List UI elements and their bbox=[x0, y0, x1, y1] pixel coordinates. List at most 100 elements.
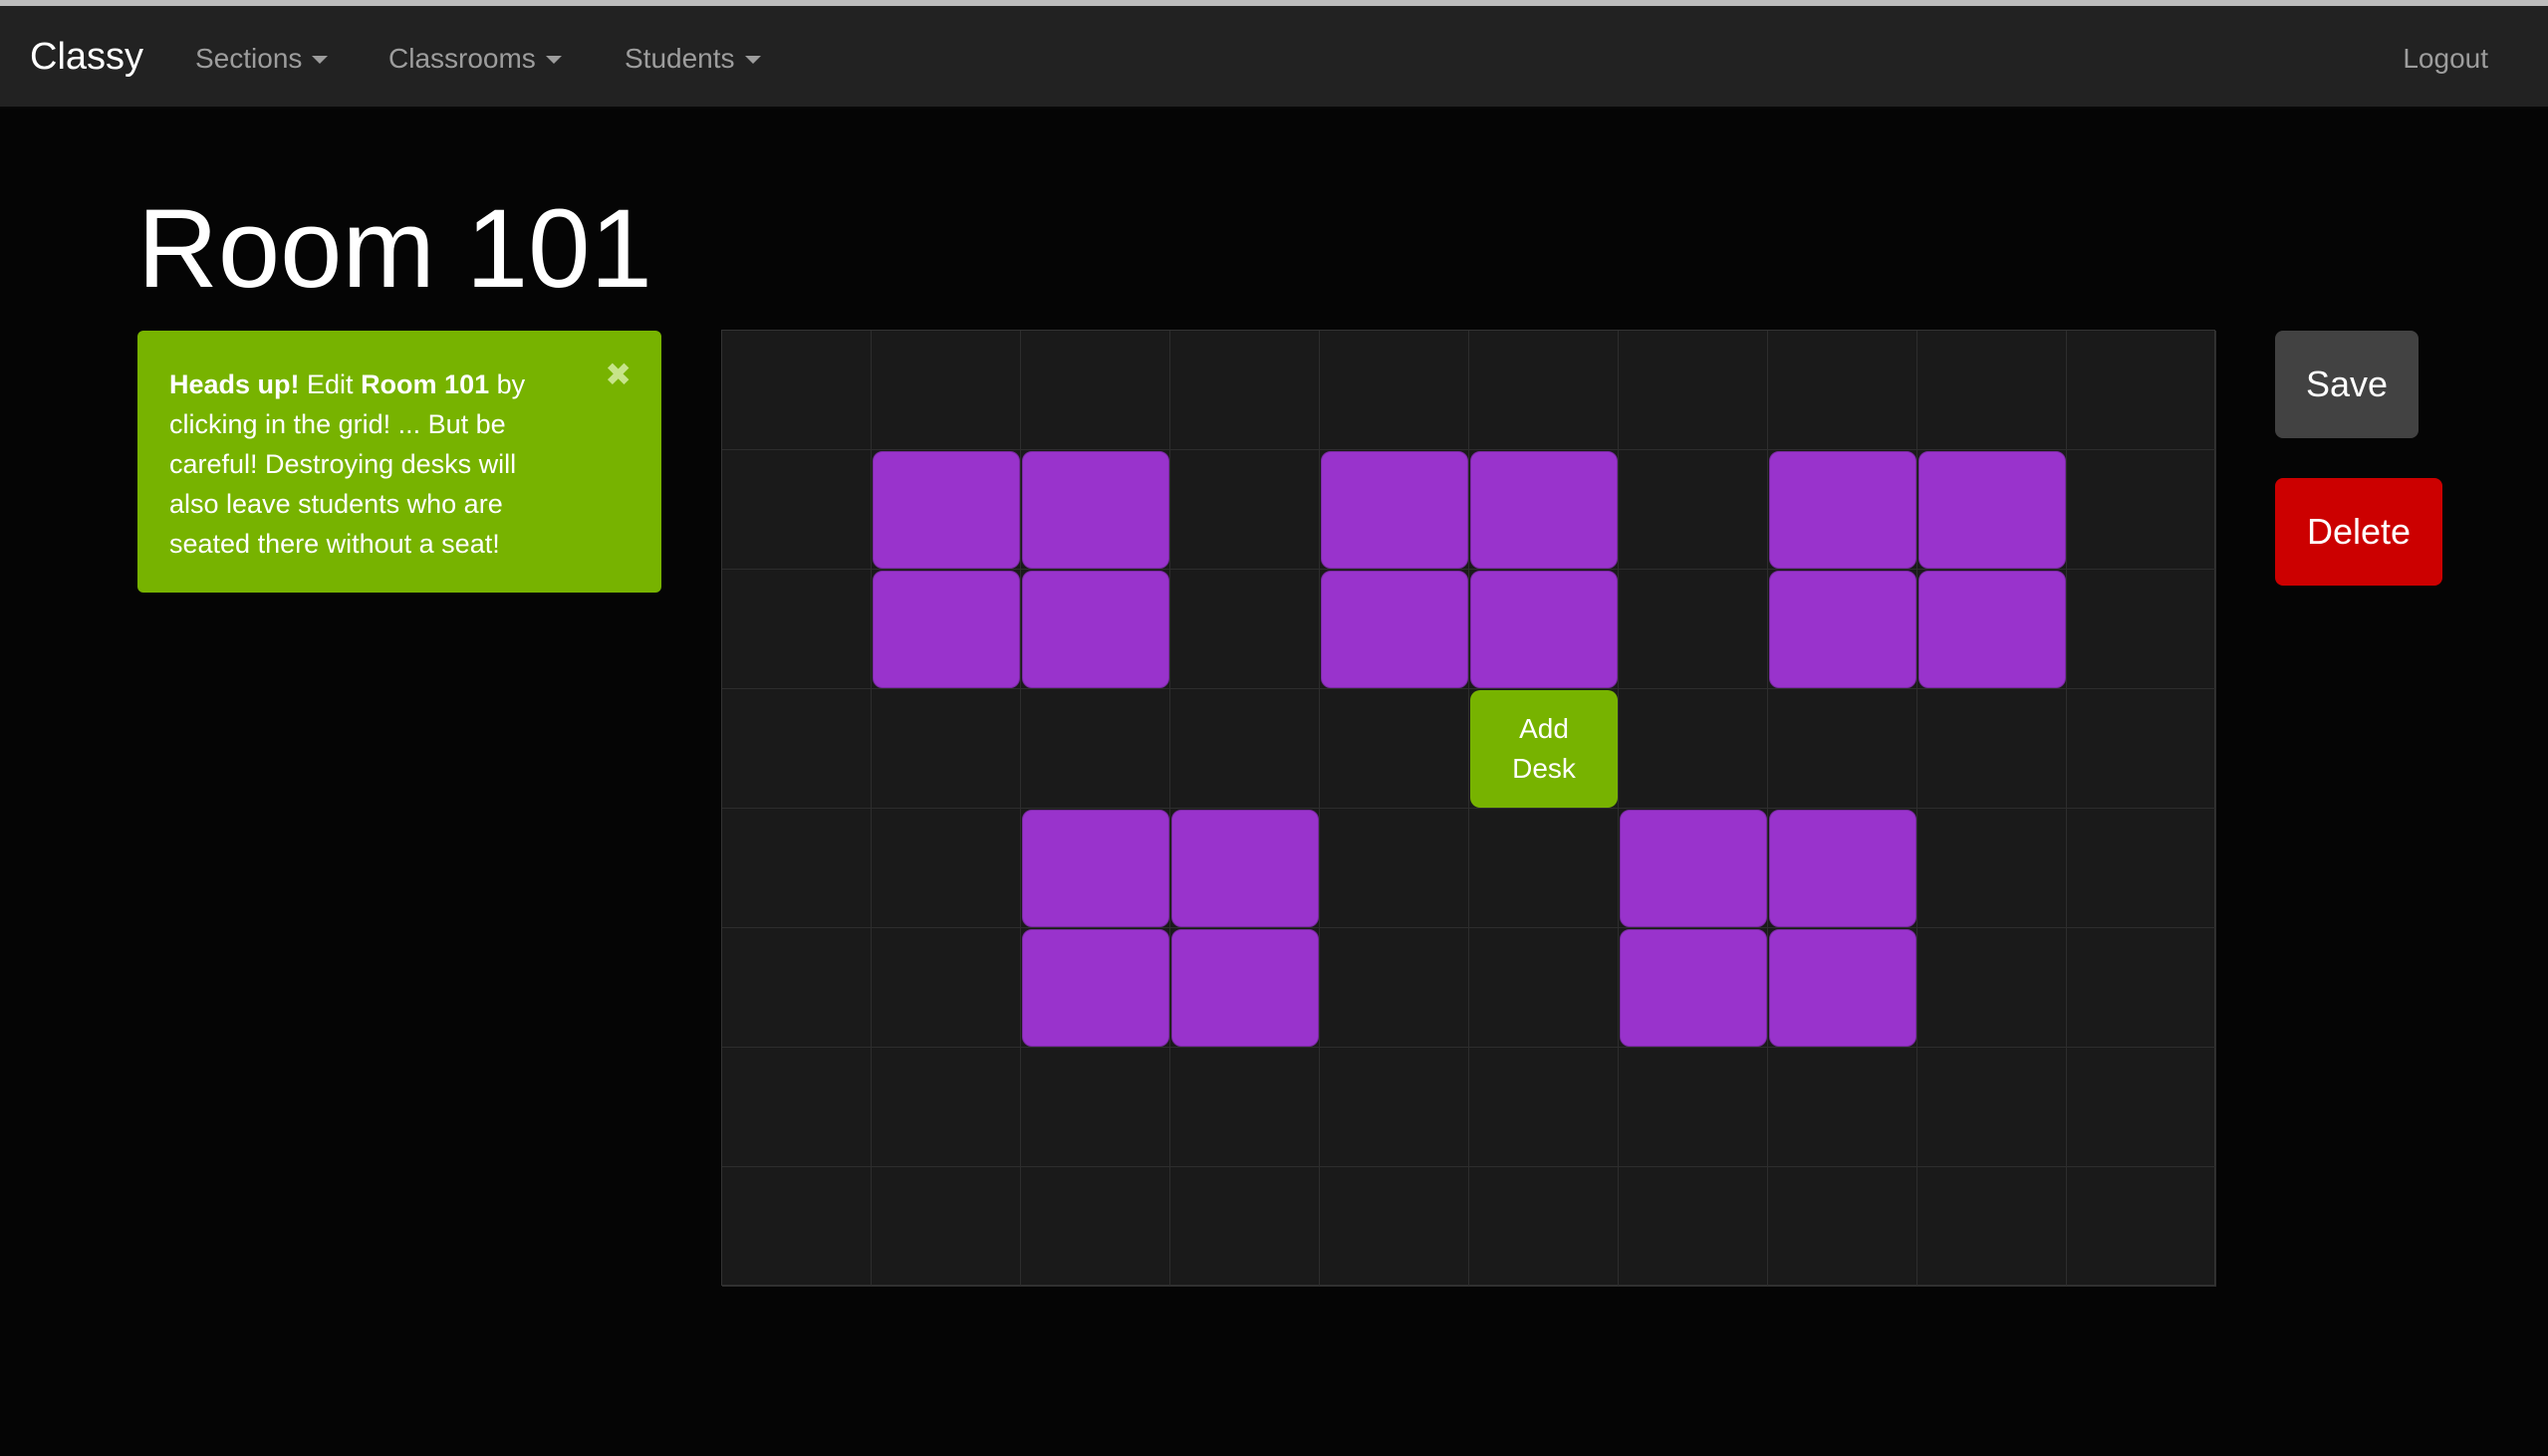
grid-cell[interactable] bbox=[1619, 689, 1768, 809]
grid-cell[interactable] bbox=[1469, 331, 1619, 450]
grid-cell[interactable] bbox=[722, 1167, 872, 1287]
desk[interactable] bbox=[1470, 451, 1618, 569]
brand-link[interactable]: Classy bbox=[30, 36, 143, 79]
grid-cell[interactable] bbox=[1469, 928, 1619, 1048]
grid-cell[interactable] bbox=[1170, 1048, 1320, 1167]
grid-cell[interactable] bbox=[1619, 570, 1768, 689]
grid-cell[interactable] bbox=[1619, 1048, 1768, 1167]
alert-room-name: Room 101 bbox=[361, 369, 490, 399]
grid-cell[interactable] bbox=[1469, 1048, 1619, 1167]
desk[interactable] bbox=[1321, 451, 1468, 569]
grid-cell[interactable] bbox=[722, 689, 872, 809]
grid-cell[interactable] bbox=[2067, 570, 2216, 689]
page-title: Room 101 bbox=[137, 186, 652, 311]
grid-cell[interactable] bbox=[872, 331, 1021, 450]
grid-cell[interactable] bbox=[1469, 1167, 1619, 1287]
grid-cell[interactable] bbox=[722, 809, 872, 928]
grid-cell[interactable] bbox=[1619, 1167, 1768, 1287]
grid-cell[interactable] bbox=[1917, 689, 2067, 809]
desk[interactable] bbox=[1769, 451, 1916, 569]
heads-up-alert: Heads up! Edit Room 101 by clicking in t… bbox=[137, 331, 661, 593]
desk[interactable] bbox=[1620, 929, 1767, 1047]
desk[interactable] bbox=[1918, 571, 2066, 688]
grid-cell[interactable] bbox=[1619, 331, 1768, 450]
grid-cell[interactable] bbox=[872, 1048, 1021, 1167]
grid-cell[interactable] bbox=[1917, 809, 2067, 928]
caret-down-icon bbox=[312, 56, 329, 64]
grid-cell[interactable] bbox=[1768, 1167, 1917, 1287]
grid-cell[interactable] bbox=[872, 689, 1021, 809]
nav-students-label: Students bbox=[625, 43, 735, 74]
nav-sections-label: Sections bbox=[195, 43, 303, 74]
grid-cell[interactable] bbox=[722, 450, 872, 570]
grid-cell[interactable] bbox=[1170, 570, 1320, 689]
grid-cell[interactable] bbox=[2067, 689, 2216, 809]
grid-cell[interactable] bbox=[722, 570, 872, 689]
grid-cell[interactable] bbox=[1469, 809, 1619, 928]
delete-button[interactable]: Delete bbox=[2275, 478, 2442, 586]
grid-cell[interactable] bbox=[1917, 1048, 2067, 1167]
grid-cell[interactable] bbox=[1320, 689, 1469, 809]
desk[interactable] bbox=[1918, 451, 2066, 569]
desk[interactable] bbox=[1769, 571, 1916, 688]
grid-cell[interactable] bbox=[722, 1048, 872, 1167]
grid-cell[interactable] bbox=[1170, 689, 1320, 809]
grid-cell[interactable] bbox=[2067, 928, 2216, 1048]
desk[interactable] bbox=[1022, 929, 1169, 1047]
desk[interactable] bbox=[1769, 929, 1916, 1047]
nav-students-dropdown[interactable]: Students bbox=[625, 43, 761, 75]
desk[interactable] bbox=[1171, 810, 1319, 927]
alert-intro: Heads up! bbox=[169, 369, 300, 399]
desk[interactable] bbox=[873, 451, 1020, 569]
grid-cell[interactable] bbox=[1917, 1167, 2067, 1287]
desk[interactable] bbox=[1022, 571, 1169, 688]
grid-cell[interactable] bbox=[2067, 1167, 2216, 1287]
grid-cell[interactable] bbox=[2067, 809, 2216, 928]
grid-cell[interactable] bbox=[1170, 450, 1320, 570]
grid-cell[interactable] bbox=[722, 331, 872, 450]
grid-cell[interactable] bbox=[1768, 1048, 1917, 1167]
nav-sections-dropdown[interactable]: Sections bbox=[195, 43, 329, 75]
add-desk-label: Add Desk bbox=[1512, 713, 1576, 784]
nav-classrooms-label: Classrooms bbox=[388, 43, 536, 74]
grid-cell[interactable] bbox=[1768, 689, 1917, 809]
desk[interactable] bbox=[1769, 810, 1916, 927]
grid-cell[interactable] bbox=[2067, 1048, 2216, 1167]
grid-cell[interactable] bbox=[722, 928, 872, 1048]
close-icon[interactable]: ✖ bbox=[605, 359, 632, 390]
grid-cell[interactable] bbox=[872, 1167, 1021, 1287]
grid-cell[interactable] bbox=[1320, 1167, 1469, 1287]
nav-classrooms-dropdown[interactable]: Classrooms bbox=[388, 43, 562, 75]
logout-link[interactable]: Logout bbox=[2403, 43, 2488, 75]
grid-cell[interactable] bbox=[2067, 331, 2216, 450]
grid-cell[interactable] bbox=[1320, 809, 1469, 928]
grid-cell[interactable] bbox=[1021, 1167, 1170, 1287]
grid-cell[interactable] bbox=[1917, 928, 2067, 1048]
grid-cell[interactable] bbox=[1021, 331, 1170, 450]
desk[interactable] bbox=[1022, 451, 1169, 569]
desk[interactable] bbox=[1620, 810, 1767, 927]
caret-down-icon bbox=[744, 56, 761, 64]
desk[interactable] bbox=[873, 571, 1020, 688]
grid-cell[interactable] bbox=[1021, 689, 1170, 809]
grid-cell[interactable] bbox=[1320, 928, 1469, 1048]
desk[interactable] bbox=[1470, 571, 1618, 688]
grid-cell[interactable] bbox=[1619, 450, 1768, 570]
save-button[interactable]: Save bbox=[2275, 331, 2419, 438]
grid-cell[interactable] bbox=[1917, 331, 2067, 450]
grid-cell[interactable] bbox=[1170, 331, 1320, 450]
desk[interactable] bbox=[1022, 810, 1169, 927]
grid-cell[interactable] bbox=[1170, 1167, 1320, 1287]
grid-cell[interactable] bbox=[872, 809, 1021, 928]
desk[interactable] bbox=[1321, 571, 1468, 688]
grid-cell[interactable] bbox=[1768, 331, 1917, 450]
add-desk-button[interactable]: Add Desk bbox=[1470, 690, 1618, 808]
desk[interactable] bbox=[1171, 929, 1319, 1047]
grid-cell[interactable] bbox=[2067, 450, 2216, 570]
grid-cell[interactable] bbox=[872, 928, 1021, 1048]
classroom-grid[interactable]: Add Desk bbox=[721, 330, 2216, 1287]
caret-down-icon bbox=[545, 56, 562, 64]
grid-cell[interactable] bbox=[1320, 331, 1469, 450]
grid-cell[interactable] bbox=[1320, 1048, 1469, 1167]
grid-cell[interactable] bbox=[1021, 1048, 1170, 1167]
